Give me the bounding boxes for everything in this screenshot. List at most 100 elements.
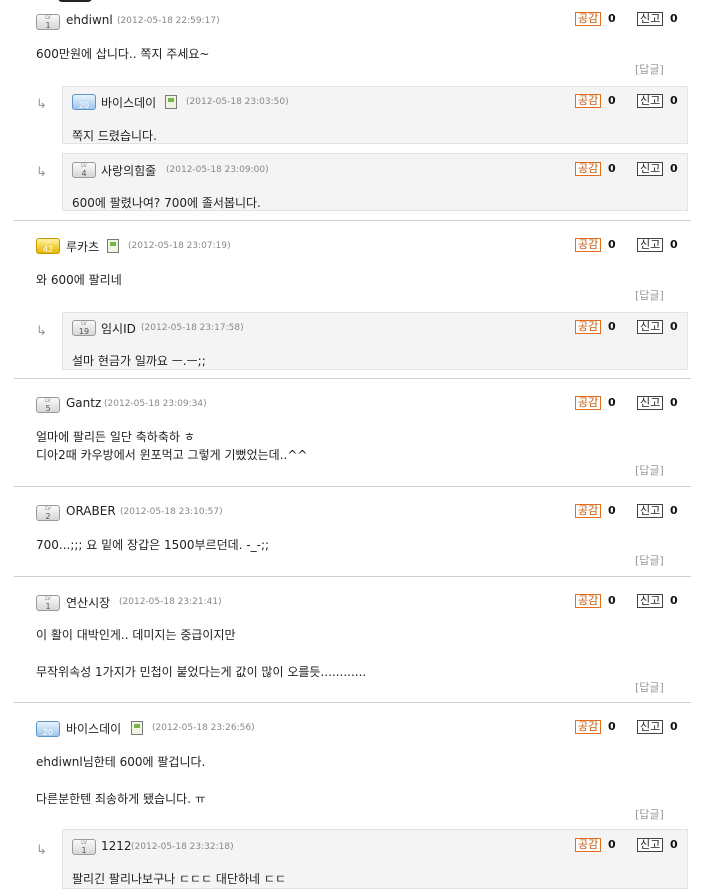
like-count: 0 [608, 94, 616, 107]
like-count: 0 [608, 396, 616, 409]
report-count: 0 [670, 238, 678, 251]
comment-author[interactable]: 임시ID [101, 320, 136, 337]
level-badge-icon: 19 [72, 320, 96, 336]
report-count: 0 [670, 162, 678, 175]
like-button[interactable]: 공감 [575, 504, 602, 518]
like-count: 0 [608, 594, 616, 607]
report-button[interactable]: 신고 [637, 238, 664, 252]
comment-author[interactable]: 연산시장 [66, 594, 110, 611]
comment-text: 600만원에 삽니다.. 쪽지 주세요~ [36, 47, 210, 61]
comment-date: (2012-05-18 22:59:17) [117, 16, 220, 26]
like-button[interactable]: 공감 [575, 320, 602, 334]
level-badge-icon: 5 [36, 397, 60, 413]
report-button[interactable]: 신고 [637, 838, 664, 852]
like-button[interactable]: 공감 [575, 720, 602, 734]
reply-arrow-icon: ↳ [36, 165, 47, 180]
comment-author[interactable]: 바이스데이 [101, 94, 156, 111]
report-count: 0 [670, 94, 678, 107]
level-badge-icon: 4 [72, 162, 96, 178]
comment-author[interactable]: Gantz [66, 396, 101, 410]
report-button[interactable]: 신고 [637, 320, 664, 334]
report-button[interactable]: 신고 [637, 12, 664, 26]
reply-arrow-icon: ↳ [36, 324, 47, 339]
comment-author[interactable]: 사랑의힘줄 [101, 162, 156, 179]
comment-date: (2012-05-18 23:10:57) [120, 507, 223, 517]
reply-button[interactable]: [답글] [635, 61, 664, 77]
like-button[interactable]: 공감 [575, 94, 602, 108]
like-count: 0 [608, 238, 616, 251]
level-badge-icon: 42 [36, 238, 60, 254]
report-count: 0 [670, 504, 678, 517]
level-badge-icon: 1 [36, 595, 60, 611]
like-count: 0 [608, 504, 616, 517]
reply-button[interactable]: [답글] [635, 462, 664, 478]
comment-text: 설마 현금가 일까요 ㅡ.ㅡ;; [72, 354, 206, 368]
report-button[interactable]: 신고 [637, 594, 664, 608]
like-count: 0 [608, 162, 616, 175]
like-count: 0 [608, 320, 616, 333]
report-button[interactable]: 신고 [637, 720, 664, 734]
report-button[interactable]: 신고 [637, 504, 664, 518]
like-count: 0 [608, 12, 616, 25]
comment-divider [14, 702, 691, 703]
report-button[interactable]: 신고 [637, 94, 664, 108]
like-count: 0 [608, 838, 616, 851]
comment-text: 다른분한텐 죄송하게 됐습니다. ㅠ [36, 792, 206, 806]
like-count: 0 [608, 720, 616, 733]
comment-divider [14, 220, 691, 221]
level-badge-icon: 1 [36, 14, 60, 30]
comment-date: (2012-05-18 23:09:34) [104, 399, 207, 409]
reply-arrow-icon: ↳ [36, 843, 47, 858]
comment-date: (2012-05-18 23:17:58) [141, 323, 244, 333]
comment-date: (2012-05-18 23:09:00) [166, 165, 269, 175]
comment-text: 와 600에 팔리네 [36, 273, 122, 287]
like-button[interactable]: 공감 [575, 238, 602, 252]
comment-text: 600에 팔렸나여? 700에 졸서봅니다. [72, 196, 261, 210]
comment-author[interactable]: 루카츠 [66, 238, 99, 255]
comment-author[interactable]: 바이스데이 [66, 720, 121, 737]
report-button[interactable]: 신고 [637, 396, 664, 410]
comment-text: 700...;;; 요 밑에 장갑은 1500부르던데. -_-;; [36, 538, 270, 552]
report-count: 0 [670, 838, 678, 851]
mobile-icon [107, 239, 119, 253]
report-count: 0 [670, 720, 678, 733]
comment-text: 쪽지 드렸습니다. [72, 129, 157, 143]
like-button[interactable]: 공감 [575, 162, 602, 176]
comment-text: 디아2때 카우방에서 윈포먹고 그렇게 기뻤었는데..^^ [36, 448, 308, 462]
like-button[interactable]: 공감 [575, 12, 602, 26]
level-badge-icon: 20 [36, 721, 60, 737]
report-count: 0 [670, 594, 678, 607]
reply-button[interactable]: [답글] [635, 679, 664, 695]
comment-date: (2012-05-18 23:26:56) [152, 723, 255, 733]
comment-author[interactable]: 1212 [101, 839, 132, 853]
mobile-icon [165, 95, 177, 109]
level-badge-icon: 20 [72, 94, 96, 110]
reply-arrow-icon: ↳ [36, 97, 47, 112]
avatar [58, 0, 92, 2]
mobile-icon [131, 721, 143, 735]
comment-date: (2012-05-18 23:07:19) [128, 241, 231, 251]
comment-text: 이 활이 대박인게.. 데미지는 중급이지만 [36, 628, 236, 642]
reply-button[interactable]: [답글] [635, 287, 664, 303]
report-count: 0 [670, 320, 678, 333]
comment-date: (2012-05-18 23:32:18) [131, 842, 234, 852]
like-button[interactable]: 공감 [575, 594, 602, 608]
comment-text: 무작위속성 1가지가 민첩이 붙었다는게 값이 많이 오를듯..........… [36, 665, 367, 679]
comment-author[interactable]: ehdiwnl [66, 13, 113, 27]
reply-button[interactable]: [답글] [635, 806, 664, 822]
comment-divider [14, 486, 691, 487]
level-badge-icon: 2 [36, 505, 60, 521]
comment-text: 팔리긴 팔리나보구나 ㄷㄷㄷ 대단하네 ㄷㄷ [72, 872, 286, 886]
report-count: 0 [670, 12, 678, 25]
like-button[interactable]: 공감 [575, 396, 602, 410]
comment-text: ehdiwnl님한테 600에 팔겁니다. [36, 755, 206, 769]
comment-date: (2012-05-18 23:03:50) [186, 97, 289, 107]
level-badge-icon: 1 [72, 839, 96, 855]
comment-author[interactable]: ORABER [66, 504, 116, 518]
report-button[interactable]: 신고 [637, 162, 664, 176]
reply-button[interactable]: [답글] [635, 552, 664, 568]
report-count: 0 [670, 396, 678, 409]
comment-text: 얼마에 팔리든 일단 축하축하 ㅎ [36, 430, 195, 444]
like-button[interactable]: 공감 [575, 838, 602, 852]
comment-divider [14, 378, 691, 379]
